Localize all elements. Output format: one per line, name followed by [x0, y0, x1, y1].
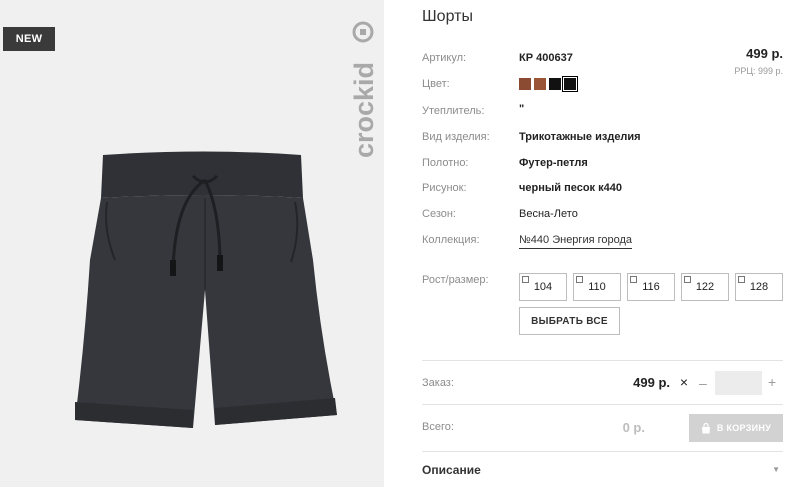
- new-badge: NEW: [3, 27, 55, 51]
- divider: [422, 360, 783, 361]
- checkbox-icon: [684, 276, 691, 283]
- order-label: Заказ:: [422, 377, 454, 389]
- shopping-bag-icon: [701, 422, 710, 433]
- divider: [422, 451, 783, 452]
- collection-link[interactable]: №440 Энергия города: [519, 234, 633, 249]
- checkbox-icon: [576, 276, 583, 283]
- color-label: Цвет:: [422, 78, 450, 90]
- fabric-label: Полотно:: [422, 157, 469, 169]
- size-option[interactable]: 122: [681, 273, 729, 301]
- insulation-value: ": [519, 103, 525, 115]
- item-type-label: Вид изделия:: [422, 131, 490, 143]
- pattern-value: черный песок к440: [519, 182, 622, 194]
- quantity-input[interactable]: [715, 371, 762, 395]
- checkbox-icon: [522, 276, 529, 283]
- shorts-image: [75, 151, 337, 428]
- insulation-label: Утеплитель:: [422, 105, 485, 117]
- divider: [422, 404, 783, 405]
- select-all-sizes-button[interactable]: ВЫБРАТЬ ВСЕ: [519, 307, 620, 335]
- quantity-increase-button[interactable]: +: [768, 374, 776, 390]
- chevron-down-icon[interactable]: ▼: [772, 465, 780, 474]
- total-label: Всего:: [422, 421, 454, 433]
- fabric-value: Футер-петля: [519, 157, 588, 169]
- size-options: 104 110 116 122 128: [519, 273, 783, 301]
- color-swatch[interactable]: [519, 78, 531, 90]
- product-image-panel: NEW crockid: [0, 0, 384, 487]
- size-option[interactable]: 128: [735, 273, 783, 301]
- quantity-decrease-button[interactable]: –: [699, 375, 707, 391]
- color-swatch-selected[interactable]: [562, 76, 578, 92]
- item-type-value: Трикотажные изделия: [519, 131, 641, 143]
- product-price: 499 р.: [746, 46, 783, 61]
- checkbox-icon: [738, 276, 745, 283]
- article-label: Артикул:: [422, 52, 467, 64]
- season-value: Весна-Лето: [519, 208, 578, 220]
- times-icon: ×: [679, 374, 688, 390]
- description-toggle[interactable]: Описание: [422, 463, 481, 477]
- checkbox-icon: [630, 276, 637, 283]
- size-option[interactable]: 104: [519, 273, 567, 301]
- add-to-cart-label: В КОРЗИНУ: [716, 423, 772, 433]
- brand-logo: crockid: [349, 21, 379, 158]
- color-swatches: [519, 76, 578, 92]
- size-label: Рост/размер:: [422, 274, 489, 286]
- size-option[interactable]: 116: [627, 273, 675, 301]
- collection-label: Коллекция:: [422, 234, 480, 246]
- color-swatch[interactable]: [549, 78, 561, 90]
- product-title: Шорты: [422, 8, 473, 25]
- pattern-label: Рисунок:: [422, 182, 467, 194]
- product-details: Шорты 499 р. РРЦ: 999 р. Артикул: КР 400…: [384, 0, 800, 487]
- color-swatch[interactable]: [534, 78, 546, 90]
- article-value: КР 400637: [519, 52, 573, 64]
- size-option[interactable]: 110: [573, 273, 621, 301]
- season-label: Сезон:: [422, 208, 456, 220]
- order-price: 499 р.: [633, 375, 670, 390]
- recommended-price: РРЦ: 999 р.: [734, 66, 783, 76]
- total-value: 0 р.: [622, 420, 645, 435]
- add-to-cart-button[interactable]: В КОРЗИНУ: [689, 414, 783, 442]
